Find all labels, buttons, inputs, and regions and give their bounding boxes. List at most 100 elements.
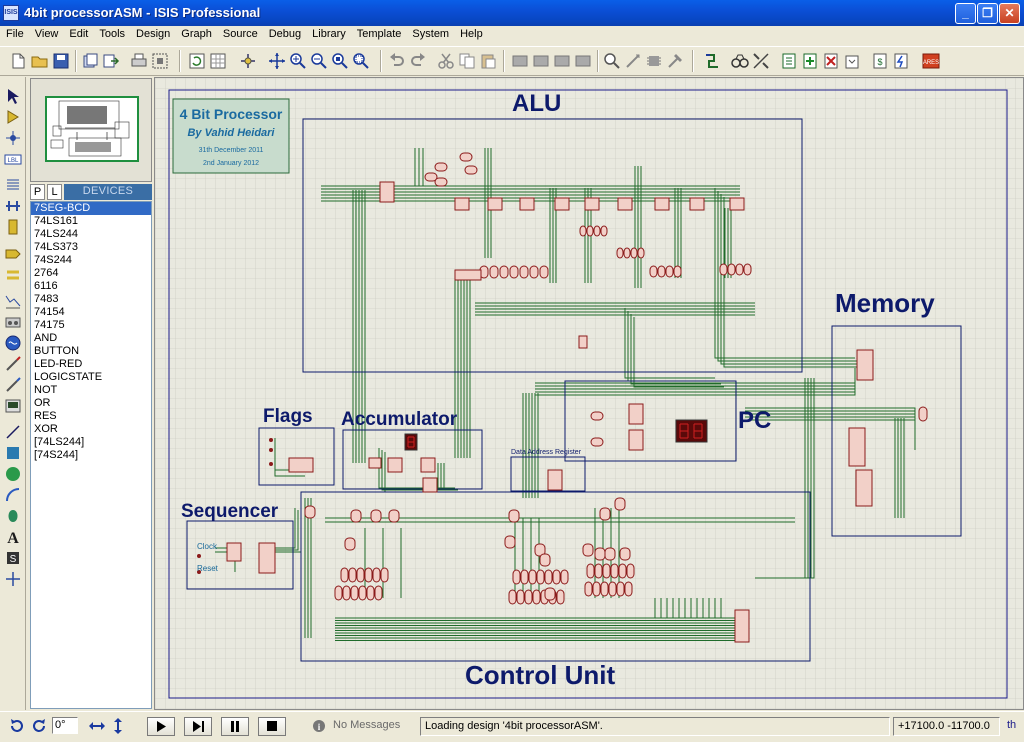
logic-gate[interactable]: [616, 581, 625, 597]
selection-mode-icon[interactable]: [4, 87, 22, 105]
ic-chip[interactable]: [617, 197, 633, 211]
logic-gate[interactable]: [626, 563, 635, 579]
device-list-item[interactable]: AND: [31, 332, 151, 345]
device-list-item[interactable]: LED-RED: [31, 358, 151, 371]
mirror-horizontal-icon[interactable]: [88, 717, 106, 737]
logic-gate[interactable]: [380, 567, 389, 583]
logic-gate[interactable]: [508, 589, 517, 605]
device-list-item[interactable]: 6116: [31, 280, 151, 293]
device-list-item[interactable]: NOT: [31, 384, 151, 397]
open-folder-icon[interactable]: [31, 52, 49, 70]
logic-gate[interactable]: [584, 581, 593, 597]
logic-gate[interactable]: [608, 581, 617, 597]
bus-icon[interactable]: [4, 197, 22, 215]
ic-chip[interactable]: [628, 403, 644, 425]
logic-gate[interactable]: [539, 265, 549, 279]
logic-gate[interactable]: [544, 569, 553, 585]
logic-gate[interactable]: [304, 505, 316, 519]
generator-icon[interactable]: [4, 334, 22, 352]
logic-gate[interactable]: [544, 587, 556, 601]
property-tool-icon[interactable]: [752, 52, 770, 70]
device-list[interactable]: 7SEG-BCD 74LS161 74LS244 74LS373 74S244 2764 6…: [30, 201, 152, 709]
search-tag-icon[interactable]: [731, 52, 749, 70]
overview-window[interactable]: [30, 78, 152, 182]
marker-2d-icon[interactable]: [4, 570, 22, 588]
logic-gate[interactable]: [539, 553, 551, 567]
ic-chip[interactable]: [734, 609, 750, 643]
ic-chip[interactable]: [288, 457, 314, 473]
paste-icon[interactable]: [479, 52, 497, 70]
logic-gate[interactable]: [590, 437, 604, 447]
logic-gate[interactable]: [434, 177, 448, 187]
menu-source[interactable]: Source: [217, 26, 263, 40]
seven-segment-display-acc[interactable]: [404, 433, 418, 451]
delete-sheet-icon[interactable]: [822, 52, 840, 70]
add-sheet-icon[interactable]: [801, 52, 819, 70]
schematic-drawing[interactable]: 4 Bit Processor By Vahid Heidari 31th De…: [155, 78, 1023, 709]
subcircuit-icon[interactable]: [4, 218, 22, 236]
device-list-item[interactable]: [74S244]: [31, 449, 151, 462]
logic-gate[interactable]: [512, 569, 521, 585]
pick-device-icon[interactable]: [603, 52, 621, 70]
print-icon[interactable]: [130, 52, 148, 70]
logic-gate[interactable]: [624, 581, 633, 597]
logic-gate[interactable]: [489, 265, 499, 279]
title-bar[interactable]: ISIS 4bit processorASM - ISIS Profession…: [0, 0, 1024, 26]
logic-gate[interactable]: [552, 569, 561, 585]
logic-gate[interactable]: [459, 152, 473, 162]
menu-edit[interactable]: Edit: [63, 26, 93, 40]
text-2d-icon[interactable]: A: [4, 528, 22, 547]
logic-gate[interactable]: [619, 547, 631, 561]
input-pin[interactable]: [269, 448, 273, 452]
logic-gate[interactable]: [637, 247, 645, 259]
ic-chip[interactable]: [519, 197, 535, 211]
ic-chip[interactable]: [422, 477, 438, 493]
packaging-tool-icon[interactable]: [645, 52, 663, 70]
logic-gate[interactable]: [364, 567, 373, 583]
wire-label-icon[interactable]: LBL: [4, 150, 22, 168]
device-list-item[interactable]: BUTTON: [31, 345, 151, 358]
logic-gate[interactable]: [735, 263, 744, 276]
logic-gate[interactable]: [528, 569, 537, 585]
input-pin[interactable]: [269, 462, 273, 466]
menu-graph[interactable]: Graph: [175, 26, 217, 40]
tape-recorder-icon[interactable]: [4, 313, 22, 331]
logic-gate[interactable]: [594, 563, 603, 579]
ic-chip[interactable]: [226, 542, 242, 562]
graph-icon[interactable]: [4, 292, 22, 310]
make-device-icon[interactable]: [624, 52, 642, 70]
device-list-item[interactable]: 74154: [31, 306, 151, 319]
menu-template[interactable]: Template: [351, 26, 407, 40]
box-2d-icon[interactable]: [4, 444, 22, 462]
logic-gate[interactable]: [334, 585, 343, 601]
device-list-item[interactable]: OR: [31, 397, 151, 410]
logic-gate[interactable]: [618, 563, 627, 579]
title-info-box[interactable]: 4 Bit Processor By Vahid Heidari 31th De…: [172, 98, 290, 174]
menu-tools[interactable]: Tools: [93, 26, 130, 40]
logic-gate[interactable]: [344, 537, 356, 551]
logic-gate[interactable]: [610, 563, 619, 579]
pan-icon[interactable]: [268, 52, 286, 70]
rotate-ccw-icon[interactable]: [30, 717, 48, 737]
junction-dot-icon[interactable]: [4, 129, 22, 147]
logic-gate[interactable]: [918, 406, 928, 422]
logic-gate[interactable]: [649, 265, 658, 278]
logic-gate[interactable]: [556, 589, 565, 605]
menu-help[interactable]: Help: [454, 26, 488, 40]
logic-gate[interactable]: [665, 265, 674, 278]
logic-gate[interactable]: [342, 585, 351, 601]
device-list-item[interactable]: 74LS373: [31, 241, 151, 254]
device-list-item[interactable]: RES: [31, 410, 151, 423]
arc-2d-icon[interactable]: [4, 486, 22, 504]
logic-gate[interactable]: [600, 581, 609, 597]
logic-gate[interactable]: [374, 585, 383, 601]
stop-button[interactable]: [258, 717, 286, 736]
decompose-icon[interactable]: [666, 52, 684, 70]
device-list-item[interactable]: 74175: [31, 319, 151, 332]
copy-icon[interactable]: [458, 52, 476, 70]
undo-icon[interactable]: [388, 52, 406, 70]
zoom-area-icon[interactable]: [352, 52, 370, 70]
redraw-icon[interactable]: [188, 52, 206, 70]
ic-chip[interactable]: [368, 457, 382, 469]
device-list-item[interactable]: XOR: [31, 423, 151, 436]
